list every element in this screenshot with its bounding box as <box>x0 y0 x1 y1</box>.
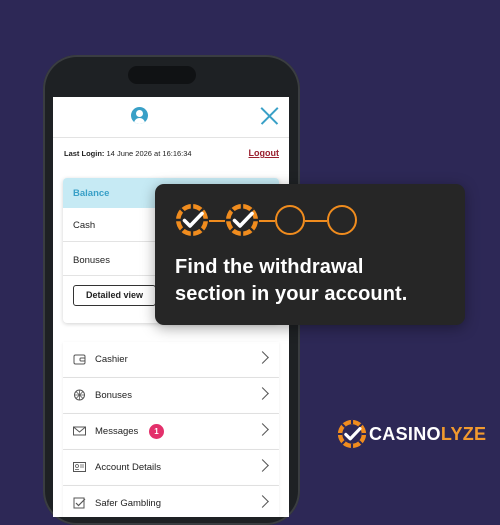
close-icon[interactable] <box>260 107 278 125</box>
avatar-icon[interactable] <box>131 107 148 124</box>
menu-item-label: Bonuses <box>95 390 132 401</box>
mail-icon <box>73 426 86 436</box>
step-pending-icon <box>275 205 305 235</box>
menu-item-bonuses[interactable]: Bonuses <box>63 378 279 414</box>
casinolyze-logo-icon <box>337 419 367 449</box>
last-login-row: Last Login: 14 June 2026 at 16:16:34 Log… <box>64 148 280 163</box>
menu-item-account-details[interactable]: Account Details <box>63 450 279 486</box>
logout-link[interactable]: Logout <box>249 148 280 158</box>
balance-title: Balance <box>73 188 110 199</box>
chevron-right-icon <box>256 495 269 508</box>
brand-name: CASINOLYZE <box>369 424 486 445</box>
step-pending-icon <box>327 205 357 235</box>
gift-icon <box>74 389 85 401</box>
menu-item-label: Account Details <box>95 462 162 473</box>
last-login-label: Last Login: <box>64 149 105 158</box>
instruction-text: Find the withdrawal section in your acco… <box>175 254 455 308</box>
unread-badge: 1 <box>149 424 164 439</box>
brand-name-part1: CASINO <box>369 424 441 444</box>
step-connector <box>209 220 225 222</box>
wallet-icon <box>73 354 86 365</box>
checkbox-icon <box>73 497 86 509</box>
step-complete-icon <box>226 204 258 236</box>
step-connector <box>305 220 327 222</box>
chevron-right-icon <box>256 459 269 472</box>
brand-name-part2: LYZE <box>440 424 487 444</box>
step-complete-icon <box>176 204 208 236</box>
detailed-view-button[interactable]: Detailed view <box>73 285 156 306</box>
step-connector <box>259 220 275 222</box>
account-header <box>53 97 289 138</box>
instruction-line-1: Find the withdrawal <box>175 256 364 278</box>
menu-item-label: Messages <box>95 426 139 437</box>
menu-item-cashier[interactable]: Cashier <box>63 342 279 378</box>
phone-camera-notch <box>128 66 196 84</box>
account-menu: Cashier Bonuses Messages 1 Account Detai… <box>63 342 279 517</box>
last-login-value: 14 June 2026 at 16:16:34 <box>106 149 192 158</box>
menu-item-messages[interactable]: Messages 1 <box>63 414 279 450</box>
chevron-right-icon <box>256 387 269 400</box>
chevron-right-icon <box>256 351 269 364</box>
cash-label: Cash <box>73 220 96 231</box>
menu-item-safer-gambling[interactable]: Safer Gambling <box>63 486 279 517</box>
instruction-line-2: section in your account. <box>175 283 408 305</box>
menu-item-label: Cashier <box>95 354 128 365</box>
balance-bonuses-label: Bonuses <box>73 255 110 266</box>
chevron-right-icon <box>256 423 269 436</box>
id-card-icon <box>73 462 86 472</box>
